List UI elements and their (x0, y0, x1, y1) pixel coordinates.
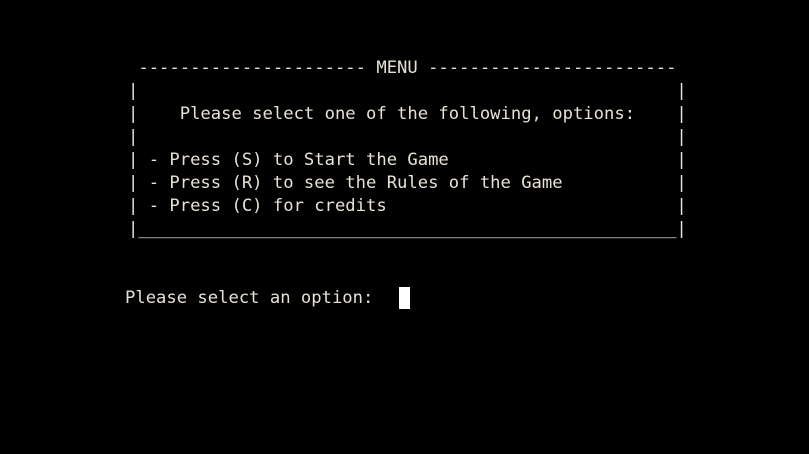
menu-blank-row: | | (128, 81, 687, 101)
menu-top-border: ---------------------- MENU ------------… (128, 58, 677, 78)
menu-blank-row: | | (128, 127, 687, 147)
menu-option-credits: | - Press (C) for credits | (128, 196, 687, 216)
menu-option-start: | - Press (S) to Start the Game | (128, 150, 687, 170)
menu-instruction: | Please select one of the following, op… (128, 104, 687, 124)
terminal-window: ---------------------- MENU ------------… (0, 0, 809, 454)
menu-bottom-border: |_______________________________________… (128, 219, 687, 239)
input-prompt: Please select an option: (125, 288, 374, 308)
menu-option-rules: | - Press (R) to see the Rules of the Ga… (128, 173, 687, 193)
text-cursor[interactable] (399, 287, 410, 309)
